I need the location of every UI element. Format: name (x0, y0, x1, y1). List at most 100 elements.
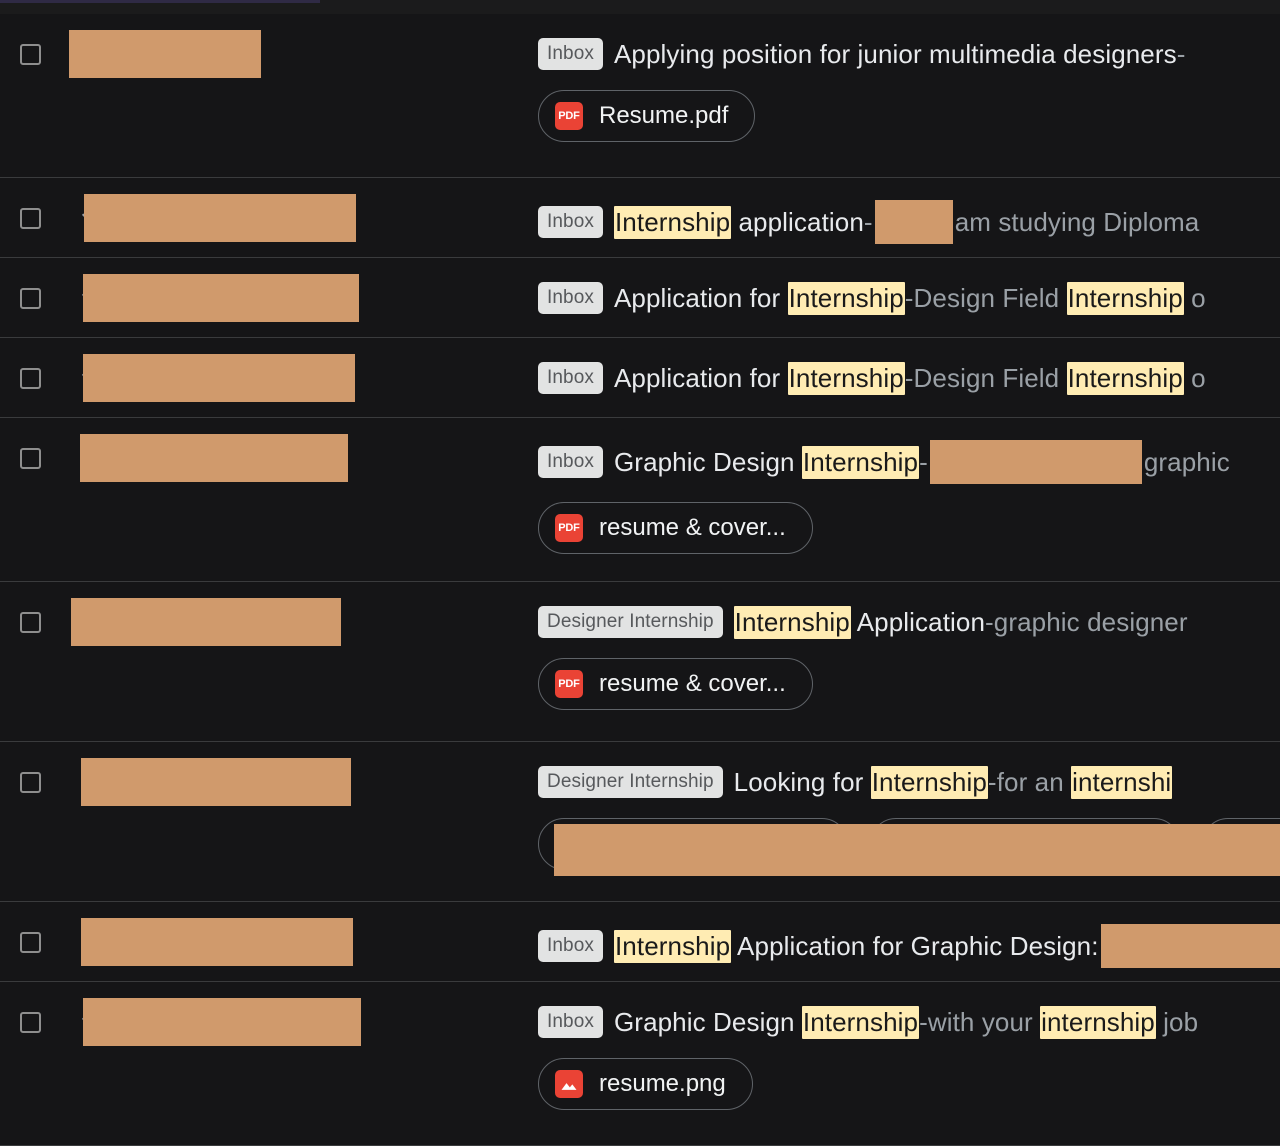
sender-name (109, 356, 355, 400)
highlighted-term: Internship (734, 606, 851, 639)
attachment-chip[interactable]: PDFResume.pdf (538, 90, 755, 142)
label-chip[interactable]: Inbox (538, 930, 603, 962)
email-row[interactable]: InboxInternship application - am studyin… (0, 178, 1280, 258)
subject-line: Inbox Application for Internship - Design… (538, 280, 1280, 316)
subject-line: Designer Internship Internship Applicatio… (538, 604, 1280, 640)
subject-segment: Applying position for junior multimedia … (614, 39, 1177, 69)
checkbox-unchecked-icon[interactable] (20, 208, 41, 229)
redaction-box (81, 758, 351, 806)
subject-text: Internship Application (734, 604, 985, 640)
subject-segment: o (1184, 363, 1206, 393)
subject-segment: Application for (614, 283, 788, 313)
label-chip[interactable]: Inbox (538, 362, 603, 394)
checkbox-unchecked-icon[interactable] (20, 1012, 41, 1033)
attachment-chip[interactable]: PDF resume & cover... (538, 502, 813, 554)
subject-line: Inbox Applying position for junior multim… (538, 36, 1280, 72)
redaction-box (930, 440, 1142, 484)
attachment-row: PDF resume & cover... (538, 502, 1280, 554)
subject-text: Application for Internship (614, 360, 905, 396)
subject-line: InboxInternship application - am studyin… (538, 200, 1280, 244)
email-list[interactable]: Inbox Applying position for junior multim… (0, 14, 1280, 1124)
redaction-box (83, 274, 359, 322)
redaction-box (875, 200, 953, 244)
email-content: Inbox Applying position for junior multim… (538, 14, 1280, 142)
sender-name (109, 32, 261, 76)
email-content: InboxGraphic Design Internship - graphic… (538, 418, 1280, 554)
sender-name (109, 276, 359, 320)
subject-text: Application for Internship (614, 280, 905, 316)
subject-segment: Looking for (734, 767, 871, 797)
sender-name (109, 196, 356, 240)
highlighted-term: Internship (871, 766, 988, 799)
subject-line: InboxGraphic Design Internship - graphic (538, 440, 1280, 484)
sender-name (109, 760, 351, 804)
subject-text: Internship application (614, 204, 864, 240)
checkbox-unchecked-icon[interactable] (20, 44, 41, 65)
email-row[interactable]: Inbox Application for Internship - Design… (0, 258, 1280, 338)
checkbox-unchecked-icon[interactable] (20, 932, 41, 953)
pdf-file-icon: PDF (555, 514, 583, 542)
subject-snippet-separator: - (985, 604, 994, 640)
subject-segment: graphic (1144, 447, 1230, 477)
attachment-chip[interactable]: resume.png (538, 1058, 753, 1110)
email-content: InboxApplication for Internship - Design… (538, 338, 1280, 396)
attachment-row: PDFresume & cover... (538, 658, 1280, 710)
redaction-box (83, 998, 361, 1046)
label-chip[interactable]: Inbox (538, 282, 603, 314)
highlighted-term: internshi (1071, 766, 1172, 799)
email-row[interactable]: Inbox Internship Application for Graphic … (0, 902, 1280, 982)
label-chip[interactable]: Inbox (538, 206, 603, 238)
checkbox-unchecked-icon[interactable] (20, 612, 41, 633)
redaction-box (1101, 924, 1280, 968)
label-chip[interactable]: Inbox (538, 446, 603, 478)
redaction-box (71, 598, 341, 646)
subject-segment: for an (997, 767, 1071, 797)
subject-text: Internship Application for Graphic Desig… (614, 928, 1099, 964)
highlighted-term: Internship (788, 282, 905, 315)
subject-line: Inbox Internship Application for Graphic … (538, 924, 1280, 968)
snippet-text: graphic (1144, 444, 1230, 480)
subject-segment: Application for Graphic Design: (731, 931, 1098, 961)
sender-name (109, 1000, 361, 1044)
subject-snippet-separator: - (905, 360, 914, 396)
highlighted-term: Internship (788, 362, 905, 395)
snippet-text: graphic designer (994, 604, 1188, 640)
email-row[interactable]: InboxApplication for Internship - Design… (0, 338, 1280, 418)
attachment-row (538, 818, 1280, 870)
subject-segment: Design Field (914, 283, 1067, 313)
pdf-file-icon: PDF (555, 670, 583, 698)
checkbox-unchecked-icon[interactable] (20, 368, 41, 389)
attachment-chip[interactable]: PDFresume & cover... (538, 658, 813, 710)
subject-snippet-separator: - (919, 444, 928, 480)
attachment-filename: resume.png (599, 1070, 726, 1098)
label-chip[interactable]: Designer Internship (538, 766, 723, 798)
checkbox-unchecked-icon[interactable] (20, 448, 41, 469)
subject-text: Graphic Design Internship (614, 1004, 919, 1040)
subject-segment: Application for (614, 363, 788, 393)
email-row[interactable]: Inbox Applying position for junior multim… (0, 14, 1280, 178)
email-row[interactable]: Designer Internship Looking for Internshi… (0, 742, 1280, 902)
subject-segment: Application (851, 607, 985, 637)
label-chip[interactable]: Inbox (538, 1006, 603, 1038)
redaction-box (81, 918, 353, 966)
pdf-file-icon: PDF (555, 102, 583, 130)
subject-line: Designer Internship Looking for Internshi… (538, 764, 1280, 800)
subject-line: InboxGraphic Design Internship - with yo… (538, 1004, 1280, 1040)
email-row[interactable]: InboxGraphic Design Internship - with yo… (0, 982, 1280, 1146)
email-content: Designer Internship Looking for Internshi… (538, 742, 1280, 870)
snippet-text: for an internshi (997, 764, 1173, 800)
subject-snippet-separator: - (905, 280, 914, 316)
checkbox-unchecked-icon[interactable] (20, 288, 41, 309)
checkbox-unchecked-icon[interactable] (20, 772, 41, 793)
email-row[interactable]: Designer Internship Internship Applicatio… (0, 582, 1280, 742)
email-row[interactable]: InboxGraphic Design Internship - graphic… (0, 418, 1280, 582)
label-chip[interactable]: Inbox (538, 38, 603, 70)
redaction-box (80, 434, 348, 482)
subject-segment: job (1156, 1007, 1198, 1037)
attachment-filename: resume & cover... (599, 514, 786, 542)
subject-segment: Graphic Design (614, 447, 802, 477)
email-content: InboxGraphic Design Internship - with yo… (538, 982, 1280, 1110)
label-chip[interactable]: Designer Internship (538, 606, 723, 638)
subject-segment: application (731, 207, 864, 237)
sender-name (109, 600, 341, 644)
